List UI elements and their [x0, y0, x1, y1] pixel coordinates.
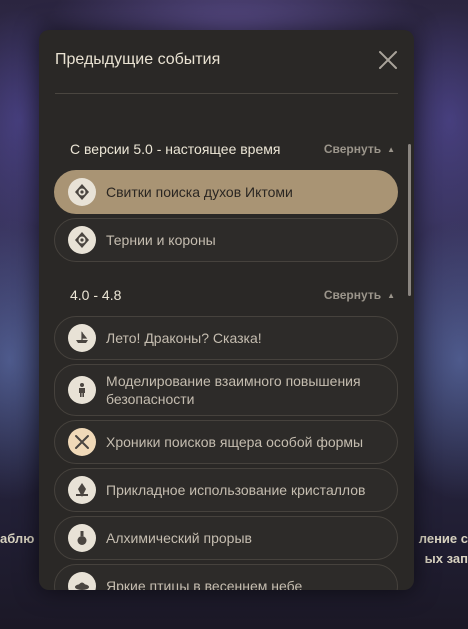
event-item[interactable]: Моделирование взаимного повышения безопа… [54, 364, 398, 416]
background-right-text: ление с [418, 531, 468, 546]
event-item[interactable]: Прикладное использование кристаллов [54, 468, 398, 512]
collapse-button[interactable]: Свернуть ▲ [324, 142, 395, 156]
triangle-up-icon: ▲ [387, 290, 395, 300]
event-label: Яркие птицы в весеннем небе [106, 578, 303, 590]
event-label: Лето! Драконы? Сказка! [106, 330, 262, 346]
event-label: Свитки поиска духов Иктоми [106, 184, 293, 200]
event-item[interactable]: Тернии и короны [54, 218, 398, 262]
triangle-up-icon: ▲ [387, 144, 395, 154]
event-item[interactable]: Алхимический прорыв [54, 516, 398, 560]
event-label: Моделирование взаимного повышения безопа… [106, 373, 361, 407]
spiral-eye-icon [68, 178, 96, 206]
flask-icon [68, 524, 96, 552]
spiral-eye-icon [68, 226, 96, 254]
previous-events-modal: Предыдущие события С версии 5.0 - настоя… [39, 30, 414, 590]
background-right-text-2: ых зап [424, 551, 468, 566]
modal-title: Предыдущие события [55, 51, 221, 68]
section-header-5-0: С версии 5.0 - настоящее время Свернуть … [70, 140, 395, 158]
scrollbar[interactable] [408, 144, 411, 296]
close-icon [379, 51, 397, 69]
event-item[interactable]: Лето! Драконы? Сказка! [54, 316, 398, 360]
event-label: Прикладное использование кристаллов [106, 482, 366, 498]
collapse-label: Свернуть [323, 142, 382, 156]
event-item[interactable]: Хроники поисков ящера особой формы [54, 420, 398, 464]
figure-icon [68, 376, 96, 404]
close-button[interactable] [376, 48, 400, 72]
background-left-text: аблю [0, 531, 35, 546]
crossed-swords-icon [68, 428, 96, 456]
event-label: Хроники поисков ящера особой формы [106, 434, 364, 450]
event-label: Алхимический прорыв [106, 530, 252, 546]
events-list[interactable]: С версии 5.0 - настоящее время Свернуть … [39, 94, 414, 590]
section-title: 4.0 - 4.8 [70, 287, 122, 303]
section-title: С версии 5.0 - настоящее время [70, 141, 281, 157]
collapse-button[interactable]: Свернуть ▲ [324, 288, 395, 302]
crystal-icon [68, 476, 96, 504]
collapse-label: Свернуть [323, 288, 382, 302]
section-header-4-0: 4.0 - 4.8 Свернуть ▲ [70, 286, 395, 304]
event-item[interactable]: Яркие птицы в весеннем небе [54, 564, 398, 590]
ship-icon [68, 324, 96, 352]
ufo-icon [68, 572, 96, 590]
event-label: Тернии и короны [106, 232, 216, 248]
event-item[interactable]: Свитки поиска духов Иктоми [54, 170, 398, 214]
